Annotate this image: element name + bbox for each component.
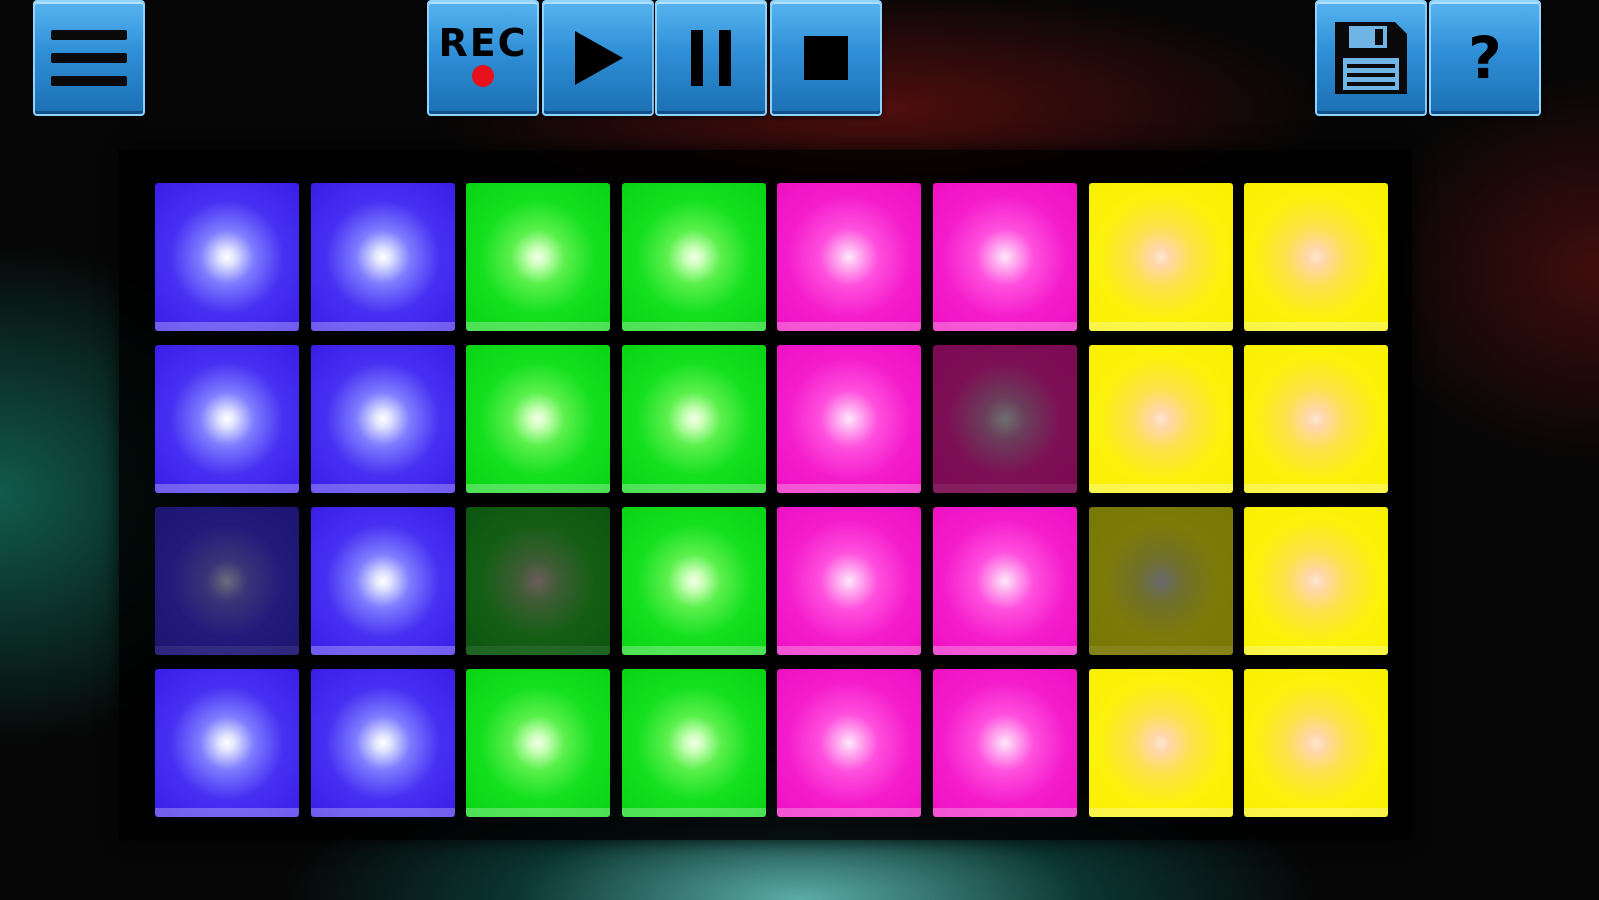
help-button[interactable]: ? [1429, 0, 1541, 116]
pad-blue-r4-c1[interactable] [155, 669, 299, 817]
pad-yellow-r2-c7[interactable] [1088, 345, 1233, 493]
pad-green-r3-c3[interactable] [466, 507, 611, 655]
pause-button[interactable] [655, 0, 767, 116]
help-label: ? [1468, 24, 1502, 92]
pad-blue-r3-c1[interactable] [155, 507, 299, 655]
record-indicator: REC [438, 23, 527, 87]
floppy-disk-icon [1335, 22, 1407, 94]
record-label: REC [438, 21, 528, 65]
pad-green-r2-c4[interactable] [621, 345, 766, 493]
pad-magenta-r2-c6[interactable] [932, 345, 1077, 493]
pad-green-r3-c4[interactable] [621, 507, 766, 655]
pad-grid [155, 183, 1389, 817]
pad-blue-r2-c2[interactable] [310, 345, 455, 493]
pad-green-r1-c4[interactable] [621, 183, 766, 331]
stop-button[interactable] [770, 0, 882, 116]
pad-blue-r3-c2[interactable] [310, 507, 455, 655]
play-button[interactable] [542, 0, 654, 116]
pad-magenta-r3-c6[interactable] [932, 507, 1077, 655]
pad-yellow-r2-c8[interactable] [1244, 345, 1389, 493]
stop-icon [804, 36, 848, 80]
pad-magenta-r1-c6[interactable] [932, 183, 1077, 331]
pad-magenta-r3-c5[interactable] [777, 507, 922, 655]
pause-icon [691, 30, 731, 86]
pad-blue-r1-c1[interactable] [155, 183, 299, 331]
hamburger-menu-icon [51, 30, 127, 86]
pad-yellow-r3-c7[interactable] [1088, 507, 1233, 655]
pad-magenta-r2-c5[interactable] [777, 345, 922, 493]
pad-green-r1-c3[interactable] [466, 183, 611, 331]
pad-yellow-r1-c8[interactable] [1244, 183, 1389, 331]
pad-green-r4-c4[interactable] [621, 669, 766, 817]
pad-magenta-r4-c6[interactable] [932, 669, 1077, 817]
record-button[interactable]: REC [427, 0, 539, 116]
menu-button[interactable] [33, 0, 145, 116]
play-icon [575, 31, 623, 85]
pad-yellow-r3-c8[interactable] [1244, 507, 1389, 655]
save-button[interactable] [1315, 0, 1427, 116]
pad-magenta-r1-c5[interactable] [777, 183, 922, 331]
pad-yellow-r1-c7[interactable] [1088, 183, 1233, 331]
pad-blue-r4-c2[interactable] [310, 669, 455, 817]
pad-yellow-r4-c7[interactable] [1088, 669, 1233, 817]
record-dot-icon [471, 65, 494, 87]
pad-blue-r2-c1[interactable] [155, 345, 299, 493]
pad-blue-r1-c2[interactable] [310, 183, 455, 331]
pad-green-r2-c3[interactable] [466, 345, 611, 493]
pad-yellow-r4-c8[interactable] [1244, 669, 1389, 817]
pad-magenta-r4-c5[interactable] [777, 669, 922, 817]
pad-green-r4-c3[interactable] [466, 669, 611, 817]
